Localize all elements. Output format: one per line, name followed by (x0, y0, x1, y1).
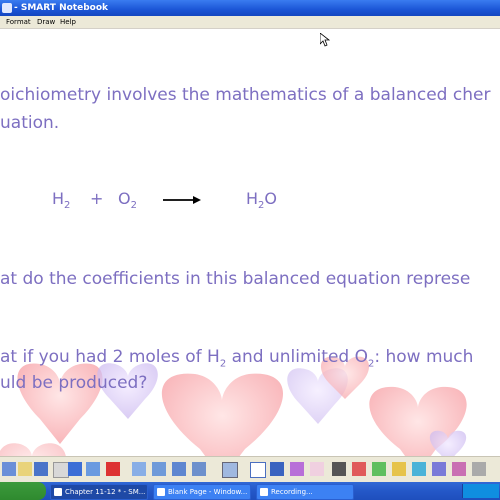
menu-help[interactable]: Help (60, 16, 76, 28)
slide-line-2: uation. (0, 113, 60, 133)
question-coefficients: at do the coefficients in this balanced … (0, 269, 471, 289)
taskbar-item-recording[interactable]: Recording... (256, 484, 354, 500)
notebook-icon (54, 488, 62, 496)
delete-icon[interactable] (106, 462, 120, 476)
menu-bar: Format Draw Help (0, 16, 500, 29)
slide-line-1: oichiometry involves the mathematics of … (0, 85, 491, 105)
magic-pen-icon[interactable] (392, 462, 406, 476)
select-pointer-icon[interactable] (250, 462, 266, 478)
question-moles-line-1: at if you had 2 moles of H2 and unlimite… (0, 347, 474, 370)
system-tray (462, 484, 499, 498)
previous-page-icon[interactable] (2, 462, 16, 476)
title-bar: - SMART Notebook (0, 0, 500, 16)
table-icon[interactable] (222, 462, 238, 478)
more-tools-icon[interactable] (472, 462, 486, 476)
text-icon[interactable] (412, 462, 426, 476)
screen-shade-icon[interactable] (132, 462, 146, 476)
notebook-toolbar (0, 456, 500, 483)
menu-draw[interactable]: Draw (37, 16, 55, 28)
heart-shape (0, 443, 66, 456)
screen-capture-icon[interactable] (192, 462, 206, 476)
open-file-icon[interactable] (18, 462, 32, 476)
menu-format[interactable]: Format (6, 16, 31, 28)
undo-icon[interactable] (68, 462, 82, 476)
full-screen-icon[interactable] (152, 462, 166, 476)
pen-icon[interactable] (270, 462, 284, 476)
heart-shape (161, 373, 283, 456)
window-title: - SMART Notebook (14, 3, 108, 13)
capture-icon[interactable] (172, 462, 186, 476)
creative-pen-icon[interactable] (290, 462, 304, 476)
color-picker-icon[interactable] (452, 462, 466, 476)
taskbar-item-browser[interactable]: Blank Page - Window... (153, 484, 251, 500)
slide-canvas[interactable]: oichiometry involves the mathematics of … (0, 29, 500, 456)
question-moles-line-2: uld be produced? (0, 373, 148, 393)
equation-reactant-o2: O2 (118, 189, 137, 212)
save-icon[interactable] (34, 462, 48, 476)
recording-icon (260, 488, 268, 496)
shapes-icon[interactable] (352, 462, 366, 476)
properties-icon[interactable] (432, 462, 446, 476)
browser-icon (157, 488, 165, 496)
line-icon[interactable] (332, 462, 346, 476)
app-icon (2, 3, 12, 13)
start-button[interactable] (0, 482, 46, 500)
paste-icon[interactable] (53, 462, 69, 478)
mouse-pointer-icon (320, 33, 330, 47)
equation-reactant-h2: H2 (52, 189, 71, 212)
taskbar-item-smart-notebook[interactable]: Chapter 11-12 * - SM... (50, 484, 148, 500)
equation-plus: + (90, 189, 104, 208)
reaction-arrow-icon (163, 196, 201, 204)
redo-icon[interactable] (86, 462, 100, 476)
fill-icon[interactable] (372, 462, 386, 476)
eraser-icon[interactable] (310, 462, 324, 476)
windows-taskbar: Chapter 11-12 * - SM... Blank Page - Win… (0, 482, 500, 500)
equation-product-h2o: H2O (246, 189, 277, 212)
